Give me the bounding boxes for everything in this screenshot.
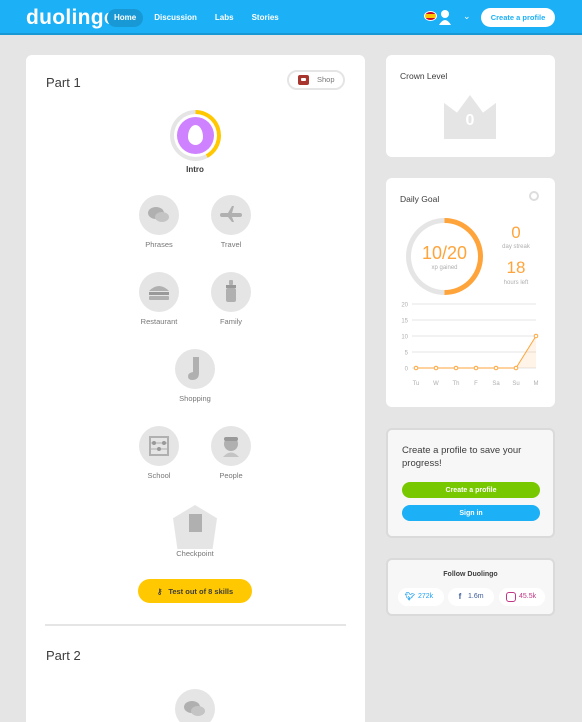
part-1-title: Part 1 — [46, 75, 81, 90]
crown-level-card: Crown Level 0 — [386, 55, 555, 157]
part-2-title: Part 2 — [46, 648, 81, 663]
checkpoint-label: Checkpoint — [176, 549, 214, 558]
hours-value: 18 — [506, 258, 526, 277]
skill-family[interactable]: Family — [191, 272, 271, 326]
chart-x-tick-label: M — [534, 381, 539, 387]
facebook-icon: f — [458, 592, 462, 601]
instagram-link[interactable]: 45.5k — [499, 588, 545, 606]
skill-school[interactable]: School — [119, 426, 199, 480]
skill-shopping[interactable]: Shopping — [155, 349, 235, 403]
chart-y-tick-label: 10 — [401, 335, 408, 341]
main-nav: Home Discussion Labs Stories — [107, 9, 286, 27]
facebook-count: 1.6m — [468, 593, 484, 600]
chart-x-tick-label: Th — [452, 381, 459, 387]
follow-card: Follow Duolingo 🐦︎ 272k f 1.6m 45.5k — [386, 558, 555, 616]
chevron-down-icon[interactable]: ⌄ — [463, 11, 471, 22]
xp-progress-ring: 10/20 xp gained — [406, 218, 483, 295]
xp-value: 10/20 — [421, 243, 468, 263]
person-icon — [223, 437, 239, 457]
skill-family-label: Family — [219, 317, 243, 326]
nav-home[interactable]: Home — [107, 9, 144, 27]
sock-icon — [188, 357, 199, 380]
skill-school-label: School — [147, 471, 171, 480]
chart-x-tick-label: Su — [512, 381, 519, 387]
instagram-icon — [506, 592, 516, 602]
follow-title: Follow Duolingo — [443, 571, 498, 578]
top-navbar: duolingo Home Discussion Labs Stories ⌄ … — [0, 0, 582, 35]
chart-point — [453, 365, 459, 371]
skill-restaurant-label: Restaurant — [140, 317, 178, 326]
speech-bubbles-icon — [148, 207, 169, 222]
key-icon: ⚷ — [156, 586, 163, 596]
airplane-icon — [220, 206, 242, 222]
chart-point — [413, 365, 419, 371]
nav-labs[interactable]: Labs — [208, 9, 241, 27]
skill-shopping-label: Shopping — [179, 394, 211, 403]
create-profile-prompt: Create a profile to save your progress! — [402, 445, 522, 469]
twitter-count: 272k — [418, 593, 434, 600]
shop-icon — [298, 75, 309, 85]
create-profile-button[interactable]: Create a profile — [481, 8, 555, 27]
crown-level-value: 0 — [465, 112, 475, 129]
weekly-xp-chart: 0 5 10 15 20 Tu W Th F Sa Su M — [401, 303, 539, 388]
section-divider — [45, 624, 346, 626]
facebook-link[interactable]: f 1.6m — [448, 588, 494, 606]
chart-point — [473, 365, 479, 371]
chart-y-tick-label: 15 — [401, 319, 408, 325]
skill-travel[interactable]: Travel — [191, 195, 271, 249]
skill-intro-label: Intro — [186, 165, 204, 174]
speech-bubbles-icon — [184, 701, 205, 716]
avatar-icon[interactable] — [438, 9, 452, 25]
skill-phrases-label: Phrases — [145, 240, 173, 249]
shop-label: Shop — [317, 75, 335, 84]
test-out-button[interactable]: ⚷ Test out of 8 skills — [138, 579, 252, 603]
burger-icon — [149, 286, 169, 300]
chart-y-tick-label: 5 — [405, 351, 409, 357]
twitter-icon: 🐦︎ — [405, 592, 416, 601]
baby-bottle-icon — [226, 280, 236, 302]
chart-x-tick-label: Sa — [492, 381, 500, 387]
crown-level-title: Crown Level — [400, 71, 448, 81]
xp-sub-label: xp gained — [431, 265, 458, 271]
test-out-label: Test out of 8 skills — [168, 586, 234, 596]
streak-value: 0 — [511, 223, 521, 242]
abacus-icon — [149, 436, 169, 456]
skill-travel-label: Travel — [220, 240, 242, 249]
hours-label: hours left — [503, 280, 529, 286]
skill-tree-panel: Part 1 Shop Intro Phrases Travel Restaur… — [26, 55, 365, 722]
chart-x-tick-label: Tu — [413, 381, 420, 387]
castle-icon — [189, 514, 202, 532]
create-profile-card: Create a profile to save your progress! … — [386, 428, 555, 538]
streak-label: day streak — [502, 244, 530, 250]
chart-point — [513, 365, 519, 371]
skill-people[interactable]: People — [191, 426, 271, 480]
chart-point — [433, 365, 439, 371]
sign-in-button[interactable]: Sign in — [402, 505, 540, 521]
instagram-count: 45.5k — [519, 593, 537, 600]
create-profile-card-button[interactable]: Create a profile — [402, 482, 540, 498]
daily-goal-card: Daily Goal 10/20 xp gained 0 day streak … — [386, 178, 555, 407]
chart-x-tick-label: W — [433, 381, 439, 387]
nav-stories[interactable]: Stories — [245, 9, 286, 27]
chart-y-tick-label: 20 — [401, 303, 408, 309]
nav-discussion[interactable]: Discussion — [147, 9, 204, 27]
chart-point — [493, 365, 499, 371]
daily-goal-title: Daily Goal — [400, 194, 440, 204]
skill-people-label: People — [219, 471, 243, 480]
chart-x-tick-label: F — [474, 381, 478, 387]
egg-icon — [188, 125, 203, 145]
skill-phrases[interactable]: Phrases — [119, 195, 199, 249]
gear-icon[interactable] — [529, 191, 539, 201]
chart-point — [533, 333, 539, 339]
skill-part2-first[interactable] — [155, 689, 235, 722]
chart-y-tick-label: 0 — [405, 367, 409, 373]
duolingo-logo[interactable]: duolingo — [26, 6, 117, 30]
skill-intro[interactable] — [170, 110, 221, 161]
shop-button[interactable]: Shop — [287, 70, 345, 90]
skill-restaurant[interactable]: Restaurant — [119, 272, 199, 326]
twitter-link[interactable]: 🐦︎ 272k — [398, 588, 444, 606]
language-flag-icon[interactable] — [424, 11, 437, 21]
